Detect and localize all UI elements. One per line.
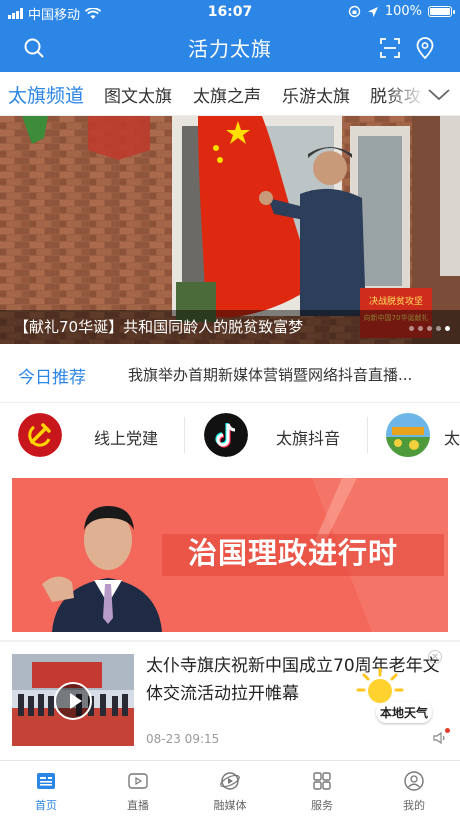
tab-leyou-taiqi[interactable]: 乐游太旗	[282, 82, 350, 107]
nav-home[interactable]: 首页	[0, 761, 92, 818]
scenery-thumbnail	[386, 413, 430, 457]
nav-live[interactable]: 直播	[92, 761, 184, 818]
quick-link-label: 线上党建	[94, 429, 159, 448]
quick-links: 线上党建 太旗抖音 太	[0, 402, 460, 466]
carousel-dot	[409, 326, 414, 331]
carousel-dot	[418, 326, 423, 331]
nav-services[interactable]: 服务	[276, 761, 368, 818]
battery-percent: 100%	[384, 4, 422, 19]
live-play-icon	[128, 773, 148, 789]
bottom-navigation: 首页 直播 融媒体 服务 我的	[0, 760, 460, 818]
status-bar: 中国移动 16:07 100%	[0, 0, 460, 24]
quick-link-party-building[interactable]: 线上党建	[18, 403, 182, 466]
tab-tuwen-taiqi[interactable]: 图文太旗	[104, 82, 172, 107]
hero-banner[interactable]: 决战脱贫攻坚 向新中国70华诞献礼 【献礼70华诞】共和国同龄人的脱贫致富梦	[0, 116, 460, 344]
battery-icon	[428, 6, 455, 17]
party-emblem-icon	[18, 413, 62, 457]
banner-sign-text: 决战脱贫攻坚	[369, 295, 423, 307]
close-icon[interactable]: ×	[428, 650, 442, 664]
media-globe-icon	[220, 772, 240, 790]
carousel-dot	[436, 326, 441, 331]
quick-link-scenery[interactable]: 太	[386, 403, 460, 466]
location-arrow-icon	[367, 6, 378, 17]
video-play-icon[interactable]	[54, 682, 92, 720]
rotation-lock-icon	[348, 5, 361, 18]
nav-label: 服务	[311, 799, 333, 812]
ad-banner[interactable]: 治国理政进行时	[12, 478, 448, 632]
news-item[interactable]: 太仆寺旗庆祝新中国成立70周年老年文体交流活动拉开帷幕 08-23 09:15 …	[0, 642, 460, 760]
weather-widget[interactable]: 本地天气	[352, 666, 434, 736]
profile-icon	[404, 771, 424, 791]
quick-link-label: 太旗抖音	[276, 429, 341, 448]
tab-taiqi-channel[interactable]: 太旗频道	[8, 81, 84, 108]
weather-label: 本地天气	[376, 702, 433, 723]
nav-label: 首页	[35, 799, 57, 812]
quick-link-taiqi-douyin[interactable]: 太旗抖音	[204, 403, 364, 466]
app-screen: 中国移动 16:07 100% 活力太旗 太旗频道 图文太旗 太旗之声 乐游太旗…	[0, 0, 460, 818]
carousel-dot	[427, 326, 432, 331]
more-channels-button[interactable]	[420, 72, 460, 115]
tab-taiqi-voice[interactable]: 太旗之声	[193, 82, 261, 107]
news-thumbnail	[12, 654, 134, 746]
nav-label: 融媒体	[213, 799, 247, 812]
scan-icon[interactable]	[378, 36, 402, 60]
today-recommend[interactable]: 今日推荐 我旗举办首期新媒体营销暨网络抖音直播...	[0, 344, 460, 402]
nav-profile[interactable]: 我的	[368, 761, 460, 818]
nav-label: 直播	[127, 799, 149, 812]
nav-media[interactable]: 融媒体	[184, 761, 276, 818]
location-icon[interactable]	[413, 36, 437, 60]
news-time: 08-23 09:15	[146, 732, 220, 746]
grid-services-icon	[313, 772, 331, 790]
recommend-label: 今日推荐	[18, 368, 86, 388]
channel-tabs: 太旗频道 图文太旗 太旗之声 乐游太旗 脱贫攻	[0, 72, 460, 116]
nav-label: 我的	[403, 799, 425, 812]
tiktok-icon	[204, 413, 248, 457]
ad-slogan: 治国理政进行时	[188, 536, 399, 570]
carousel-indicator	[409, 326, 450, 331]
banner-caption: 【献礼70华诞】共和国同龄人的脱贫致富梦	[0, 310, 460, 344]
carousel-dot	[445, 326, 450, 331]
top-bar: 中国移动 16:07 100% 活力太旗	[0, 0, 460, 72]
quick-link-label: 太	[444, 429, 460, 448]
chevron-down-icon	[428, 89, 450, 101]
home-news-icon	[37, 773, 55, 789]
recommend-headline[interactable]: 我旗举办首期新媒体营销暨网络抖音直播...	[128, 364, 448, 385]
